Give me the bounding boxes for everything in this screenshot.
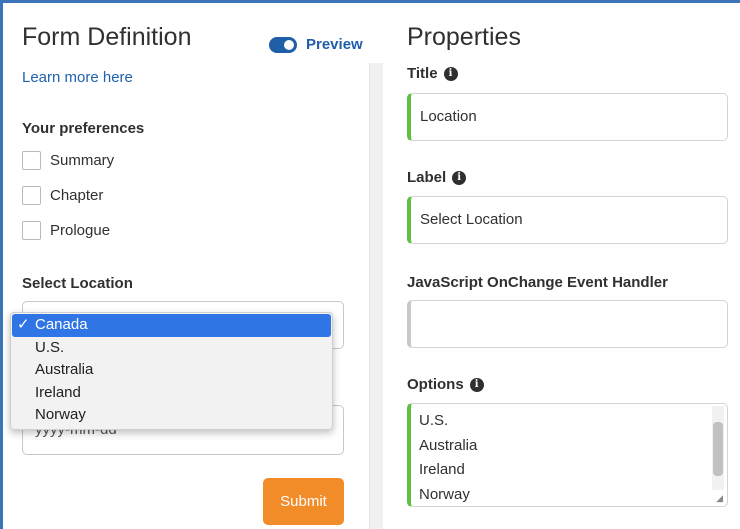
options-line: Ireland xyxy=(419,461,465,478)
toggle-switch-icon[interactable] xyxy=(269,36,297,53)
label-field-label: Label i xyxy=(407,169,467,186)
input-value: Location xyxy=(420,108,477,125)
checkbox-chapter[interactable]: Chapter xyxy=(22,186,103,205)
label-text: Options xyxy=(407,376,464,393)
scrollbar-thumb[interactable] xyxy=(713,422,723,476)
onchange-field-label: JavaScript OnChange Event Handler xyxy=(407,274,668,291)
location-dropdown-menu: ✓ Canada U.S. Australia Ireland Norway xyxy=(10,312,333,430)
properties-title: Properties xyxy=(407,23,521,51)
option-label: Norway xyxy=(35,406,86,423)
dropdown-option-us[interactable]: U.S. xyxy=(11,337,332,360)
checkbox[interactable] xyxy=(22,186,41,205)
form-definition-title: Form Definition xyxy=(22,23,192,51)
options-field-label: Options i xyxy=(407,376,484,393)
dropdown-option-australia[interactable]: Australia xyxy=(11,359,332,382)
title-field-label: Title i xyxy=(407,65,458,82)
option-label: Canada xyxy=(35,316,88,333)
label-text: JavaScript OnChange Event Handler xyxy=(407,274,668,291)
onchange-input[interactable] xyxy=(407,300,728,348)
info-circle-icon[interactable]: i xyxy=(452,170,467,185)
input-value: Select Location xyxy=(420,211,523,228)
preview-toggle[interactable]: Preview xyxy=(269,36,363,53)
label-text: Title xyxy=(407,65,438,82)
select-location-heading: Select Location xyxy=(22,275,133,292)
checkbox-prologue[interactable]: Prologue xyxy=(22,221,110,240)
learn-more-link[interactable]: Learn more here xyxy=(22,69,133,86)
textarea-scrollbar[interactable] xyxy=(712,406,724,490)
checkbox-summary[interactable]: Summary xyxy=(22,151,114,170)
options-line: Australia xyxy=(419,436,478,454)
preferences-heading: Your preferences xyxy=(22,120,145,137)
checkbox[interactable] xyxy=(22,221,41,240)
label-text: Label xyxy=(407,169,447,186)
info-circle-icon[interactable]: i xyxy=(469,377,484,392)
dropdown-option-ireland[interactable]: Ireland xyxy=(11,382,332,405)
checkbox-label: Prologue xyxy=(50,222,111,239)
properties-panel: Properties Title i Location Label i Sele… xyxy=(380,3,740,529)
checkbox[interactable] xyxy=(22,151,41,170)
title-input[interactable]: Location xyxy=(407,93,728,141)
info-circle-icon[interactable]: i xyxy=(443,66,458,81)
submit-button[interactable]: Submit xyxy=(263,478,344,525)
checkbox-label: Summary xyxy=(50,152,115,169)
resize-grip-icon[interactable]: ◢ xyxy=(716,494,723,503)
checkbox-label: Chapter xyxy=(50,187,104,204)
preview-label[interactable]: Preview xyxy=(306,36,363,53)
label-input[interactable]: Select Location xyxy=(407,196,728,244)
toggle-knob xyxy=(284,39,294,50)
option-label: Ireland xyxy=(35,383,81,401)
dropdown-option-canada[interactable]: ✓ Canada xyxy=(12,314,331,337)
dropdown-option-norway[interactable]: Norway xyxy=(11,404,332,427)
option-label: U.S. xyxy=(35,338,65,356)
options-line: U.S. xyxy=(419,412,449,429)
options-line: Norway xyxy=(419,485,470,503)
form-definition-panel: Form Definition Preview Learn more here … xyxy=(3,3,383,529)
option-label: Australia xyxy=(35,361,94,378)
options-textarea[interactable]: U.S. Australia Ireland Norway ◢ xyxy=(407,403,728,507)
checkmark-icon: ✓ xyxy=(17,316,30,333)
